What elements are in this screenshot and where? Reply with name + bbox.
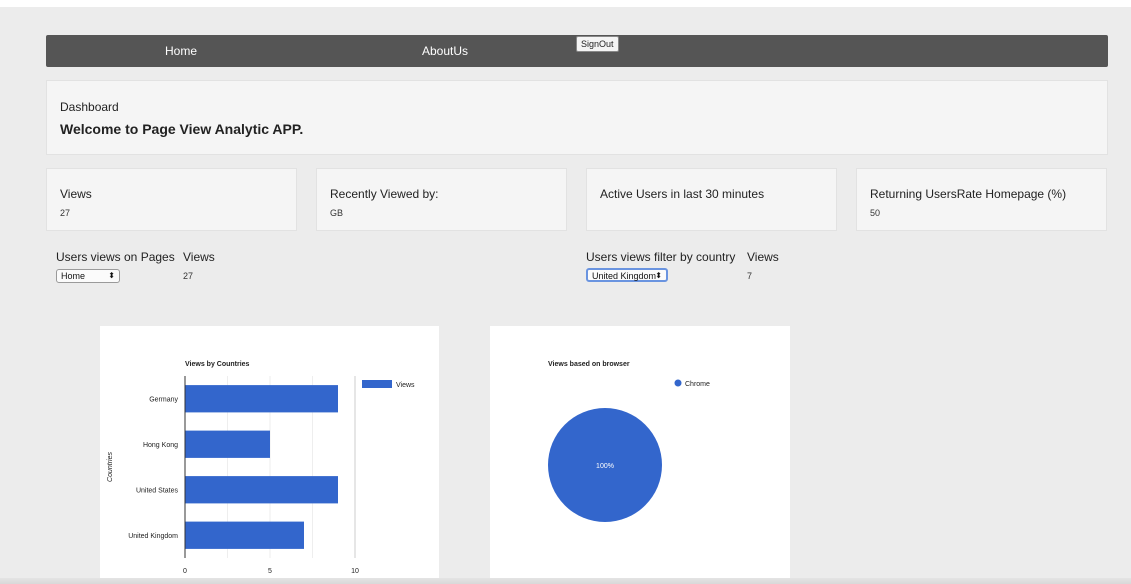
recently-viewed-card: Recently Viewed by: GB [316,168,567,231]
country-filter-label: Users views filter by country [586,250,736,264]
views-card-value: 27 [60,208,71,218]
y-axis-title: Countries [107,452,114,482]
bar-hong-kong [185,430,270,458]
browser-top-strip [0,0,1131,7]
page-bottom-edge [0,578,1131,584]
legend-label: Views [396,382,415,389]
pie-slice-label: 100% [596,463,614,470]
country-views-label: Views [747,250,779,264]
recently-viewed-title: Recently Viewed by: [330,187,439,201]
active-users-card: Active Users in last 30 minutes [586,168,837,231]
dashboard-subtitle: Dashboard [60,100,119,114]
x-tick-label: 5 [268,568,272,575]
legend-label: Chrome [685,381,710,388]
category-label: Germany [149,396,178,403]
category-label: United States [136,487,179,494]
dashboard-header: Dashboard Welcome to Page View Analytic … [46,80,1108,155]
page-select[interactable]: Home ⬍ [56,269,120,283]
dashboard-title: Welcome to Page View Analytic APP. [60,121,304,137]
page-views-value: 27 [183,271,194,281]
nav-about-link[interactable]: AboutUs [422,44,468,58]
country-views-value: 7 [747,271,753,281]
select-arrow-icon: ⬍ [108,271,115,280]
returning-users-value: 50 [870,208,881,218]
signout-button[interactable]: SignOut [576,36,619,52]
views-by-browser-chart-panel: Views based on browser 100% Chrome [490,326,790,584]
country-select[interactable]: United Kingdom ⬍ [586,268,668,282]
pie-chart-title: Views based on browser [548,361,630,368]
category-label: United Kingdom [128,533,178,540]
returning-users-title: Returning UsersRate Homepage (%) [870,187,1067,201]
returning-users-card: Returning UsersRate Homepage (%) 50 [856,168,1107,231]
bar-united-states [185,476,338,504]
x-tick-label: 10 [351,568,359,575]
active-users-title: Active Users in last 30 minutes [600,187,765,201]
page-select-value: Home [61,271,86,281]
views-by-countries-chart: Views by Countries Germany Hong Kong United… [107,361,415,584]
bar-chart-title: Views by Countries [185,361,250,368]
page-views-label: Views [183,250,215,264]
category-label: Hong Kong [143,442,178,449]
recently-viewed-value: GB [330,208,344,218]
page-filter-label: Users views on Pages [56,250,175,264]
views-card-title: Views [60,187,92,201]
nav-home-link[interactable]: Home [165,44,197,58]
bar-germany [185,385,338,413]
views-by-browser-chart: Views based on browser 100% Chrome [548,361,710,522]
country-select-value: United Kingdom [592,271,657,281]
views-by-countries-chart-panel: Views by Countries Germany Hong Kong United… [100,326,439,584]
bar-united-kingdom [185,521,304,549]
legend-swatch [674,379,682,387]
x-tick-label: 0 [183,568,187,575]
select-arrow-icon: ⬍ [655,271,662,280]
navbar: Home AboutUs SignOut [46,35,1108,67]
views-card: Views 27 [46,168,297,231]
legend-swatch [362,380,392,388]
